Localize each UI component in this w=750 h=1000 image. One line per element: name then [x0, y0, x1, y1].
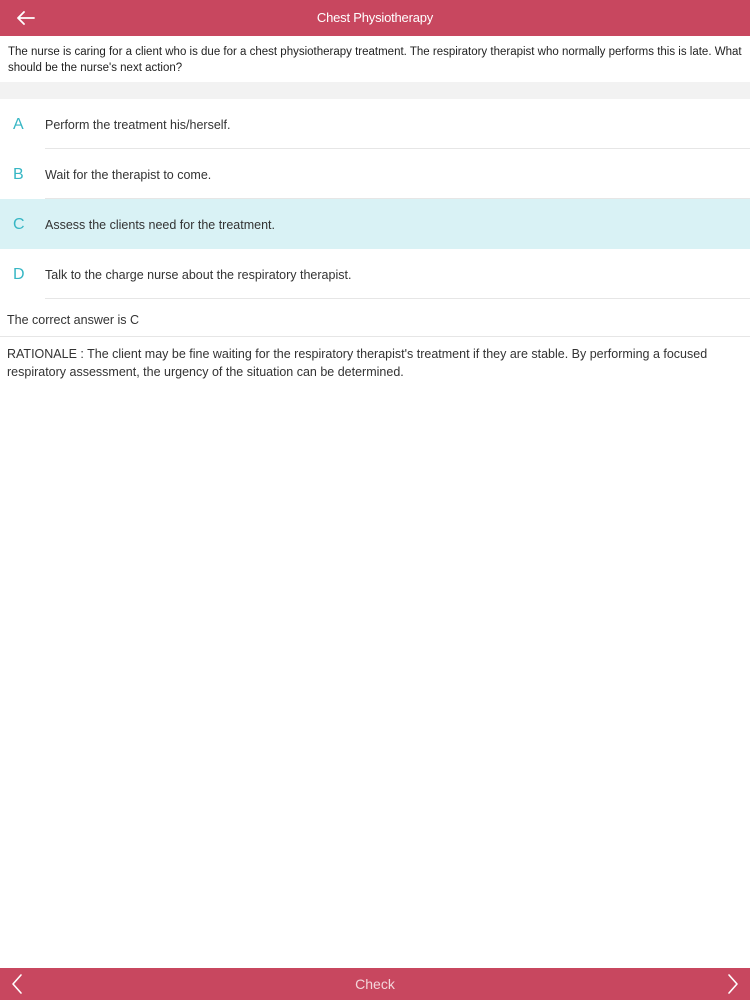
- option-letter: D: [13, 266, 25, 283]
- option-b[interactable]: B Wait for the therapist to come.: [0, 149, 750, 199]
- bottom-bar: Check: [0, 968, 750, 1000]
- option-c[interactable]: C Assess the clients need for the treatm…: [0, 199, 750, 249]
- correct-answer-text: The correct answer is C: [0, 302, 750, 337]
- previous-button[interactable]: [2, 968, 32, 1000]
- option-text: Wait for the therapist to come.: [45, 168, 212, 182]
- page-title: Chest Physiotherapy: [316, 10, 434, 25]
- chevron-left-icon: [12, 974, 22, 994]
- option-text: Talk to the charge nurse about the respi…: [45, 268, 352, 282]
- question-text: The nurse is caring for a client who is …: [0, 36, 750, 82]
- answer-options: A Perform the treatment his/herself. B W…: [0, 99, 750, 299]
- option-text: Perform the treatment his/herself.: [45, 118, 231, 132]
- check-button[interactable]: Check: [300, 968, 450, 1000]
- chevron-right-icon: [728, 974, 738, 994]
- top-bar: Chest Physiotherapy: [0, 0, 750, 36]
- option-letter: C: [13, 216, 25, 233]
- option-letter: A: [13, 116, 24, 133]
- option-d[interactable]: D Talk to the charge nurse about the res…: [0, 249, 750, 299]
- next-button[interactable]: [718, 968, 748, 1000]
- option-letter: B: [13, 166, 24, 183]
- divider: [45, 298, 750, 299]
- section-gap: [0, 82, 750, 99]
- quiz-screen: Chest Physiotherapy The nurse is caring …: [0, 0, 750, 1000]
- rationale-text: RATIONALE : The client may be fine waiti…: [7, 347, 708, 379]
- option-a[interactable]: A Perform the treatment his/herself.: [0, 99, 750, 149]
- option-text: Assess the clients need for the treatmen…: [45, 218, 275, 232]
